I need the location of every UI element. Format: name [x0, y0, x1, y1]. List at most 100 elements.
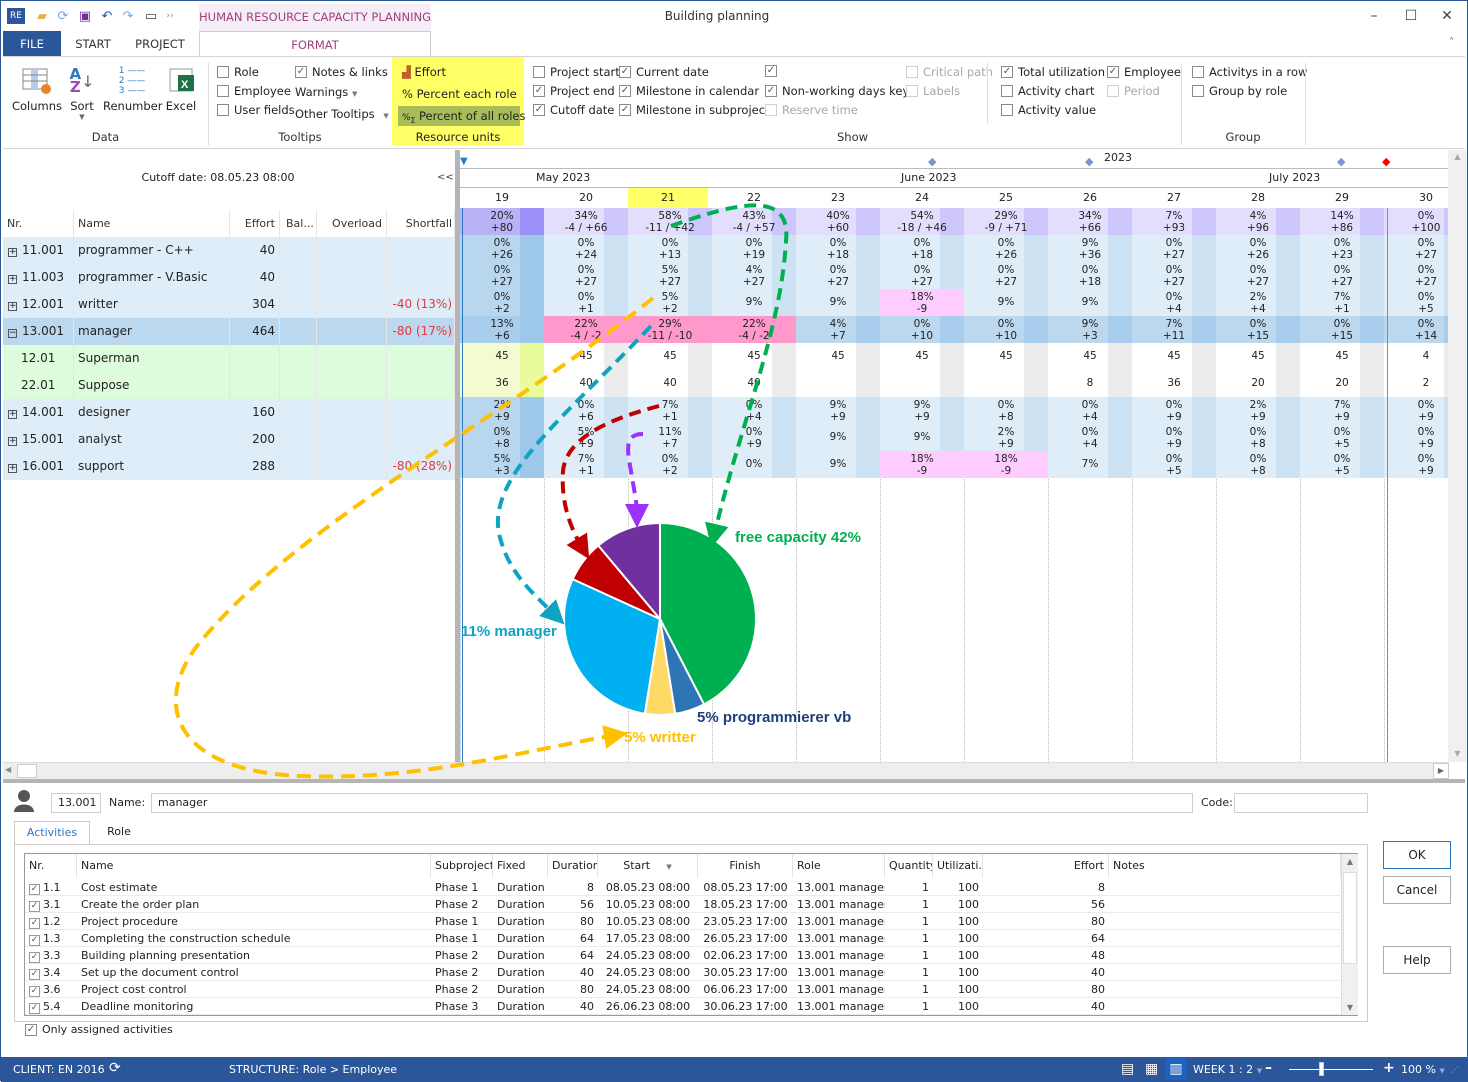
zoom-level[interactable]: 100 % ▼ [1401, 1063, 1445, 1076]
subproject-text: Phase 1 [435, 915, 479, 928]
start-text: 17.05.23 08:00 [605, 932, 691, 945]
table-row[interactable]: ✓ 1.3 Completing the construction schedule… [25, 930, 1340, 947]
finish-cell: 26.05.23 17:00 [698, 930, 793, 947]
header-label: Fixed [497, 859, 526, 872]
table-row[interactable]: ✓ 3.4 Set up the document control Phase 2 Du… [25, 964, 1340, 981]
table-row[interactable]: ✓ 1.2 Project procedure Phase 1 Duration 80 10… [25, 913, 1340, 930]
cancel-button[interactable]: Cancel [1383, 876, 1451, 904]
role-cell: 13.001 manager [793, 964, 885, 981]
nr-cell: ✓ 5.4 [25, 998, 77, 1015]
notes-cell [1109, 998, 1341, 1015]
activity-checkbox[interactable]: ✓ [29, 935, 40, 946]
duration-cell: 56 [548, 896, 598, 913]
zoom-in-icon[interactable]: + [1383, 1060, 1395, 1076]
zoom-label: 100 % [1401, 1063, 1436, 1076]
sync-icon[interactable]: ⟳ [109, 1060, 121, 1076]
column-header-name[interactable]: Name [77, 854, 431, 878]
quantity-text: 1 [922, 915, 929, 928]
fixed-cell: Duration [493, 981, 548, 998]
help-button[interactable]: Help [1383, 946, 1451, 974]
column-header-subproject[interactable]: Subproject [431, 854, 493, 878]
utilization-text: 100 [958, 915, 979, 928]
zoom-out-icon[interactable]: – [1265, 1060, 1272, 1076]
column-header-utilization[interactable]: Utilizati... [933, 854, 983, 878]
table-row[interactable]: ✓ 3.1 Create the order plan Phase 2 Duration… [25, 896, 1340, 913]
fixed-cell: Duration [493, 964, 548, 981]
header-label: Utilizati... [937, 859, 982, 872]
start-text: 24.05.23 08:00 [605, 949, 691, 962]
utilization-text: 100 [958, 898, 979, 911]
name-cell: Building planning presentation [77, 947, 431, 964]
duration-cell: 80 [548, 981, 598, 998]
role-cell: 13.001 manager [793, 896, 885, 913]
time-scale-dropdown[interactable]: WEEK 1 : 2 ▼ [1193, 1063, 1262, 1076]
nr-text: 1.3 [43, 932, 61, 945]
start-cell: 17.05.23 08:00 [598, 930, 698, 947]
checkbox-box: ✓ [25, 1023, 37, 1036]
column-header-finish[interactable]: Finish [698, 854, 793, 878]
name-field[interactable]: manager [151, 793, 1193, 813]
column-header-fixed[interactable]: Fixed [493, 854, 548, 878]
effort-text: 40 [1091, 1000, 1105, 1013]
table-row[interactable]: ✓ 3.3 Building planning presentation Phase … [25, 947, 1340, 964]
grid-view-icon[interactable]: ▦ [1145, 1061, 1158, 1077]
duration-text: 64 [580, 949, 594, 962]
duration-text: 80 [580, 915, 594, 928]
column-header-effort[interactable]: Effort [983, 854, 1109, 878]
notes-cell [1109, 947, 1341, 964]
zoom-slider-thumb[interactable] [1319, 1062, 1324, 1076]
zoom-slider-track[interactable] [1289, 1069, 1373, 1070]
duration-cell: 40 [548, 964, 598, 981]
effort-cell: 80 [983, 913, 1109, 930]
role-text: 13.001 manager [797, 966, 885, 979]
table-row[interactable]: ✓ 5.4 Deadline monitoring Phase 3 Duration 40… [25, 998, 1340, 1015]
nr-cell: ✓ 1.2 [25, 913, 77, 930]
activity-checkbox[interactable]: ✓ [29, 986, 40, 997]
subproject-cell: Phase 2 [431, 964, 493, 981]
employee-id-field[interactable]: 13.001 [51, 793, 101, 813]
column-header-quantity[interactable]: Quantity [885, 854, 933, 878]
arrow-free-capacity [670, 203, 789, 548]
activity-checkbox[interactable]: ✓ [29, 918, 40, 929]
quantity-cell: 1 [885, 896, 933, 913]
subproject-text: Phase 2 [435, 949, 479, 962]
sort-desc-icon[interactable]: ▼ [664, 863, 671, 871]
code-field[interactable] [1234, 793, 1368, 813]
ok-button[interactable]: OK [1383, 841, 1451, 869]
fixed-text: Duration [497, 881, 545, 894]
activity-checkbox[interactable]: ✓ [29, 969, 40, 980]
name-text: Deadline monitoring [81, 1000, 194, 1013]
start-text: 08.05.23 08:00 [605, 881, 691, 894]
quantity-text: 1 [922, 983, 929, 996]
chart-view-icon[interactable]: ▥ [1165, 1058, 1187, 1080]
fixed-cell: Duration [493, 930, 548, 947]
column-header-nr[interactable]: Nr. [25, 854, 77, 878]
activity-checkbox[interactable]: ✓ [29, 952, 40, 963]
column-header-role[interactable]: Role [793, 854, 885, 878]
effort-cell: 56 [983, 896, 1109, 913]
activity-checkbox[interactable]: ✓ [29, 901, 40, 912]
quantity-cell: 1 [885, 998, 933, 1015]
subproject-cell: Phase 2 [431, 947, 493, 964]
activity-checkbox[interactable]: ✓ [29, 884, 40, 895]
tab-role[interactable]: Role [99, 821, 139, 845]
activity-checkbox[interactable]: ✓ [29, 1003, 40, 1014]
notes-cell [1109, 879, 1341, 896]
role-text: 13.001 manager [797, 949, 885, 962]
tab-activities[interactable]: Activities [14, 821, 90, 845]
finish-cell: 30.05.23 17:00 [698, 964, 793, 981]
table-row[interactable]: ✓ 1.1 Cost estimate Phase 1 Duration 8 08.05.2… [25, 879, 1340, 896]
quantity-cell: 1 [885, 981, 933, 998]
header-label: Name [81, 859, 114, 872]
layout-view-icon[interactable]: ▤ [1121, 1061, 1134, 1077]
effort-text: 64 [1091, 932, 1105, 945]
table-row[interactable]: ✓ 3.6 Project cost control Phase 2 Duration 8… [25, 981, 1340, 998]
user-icon [13, 789, 35, 816]
resize-grip-icon[interactable]: ⋰ [1451, 1065, 1459, 1074]
column-header-start[interactable]: Start ▼ [598, 854, 698, 878]
column-header-notes[interactable]: Notes [1109, 854, 1341, 878]
only-assigned-checkbox[interactable]: ✓ Only assigned activities [25, 1023, 173, 1036]
column-header-duration[interactable]: Duration [548, 854, 598, 878]
start-cell: 24.05.23 08:00 [598, 964, 698, 981]
table-scrollbar[interactable]: ▲ ▼ [1341, 854, 1358, 1015]
